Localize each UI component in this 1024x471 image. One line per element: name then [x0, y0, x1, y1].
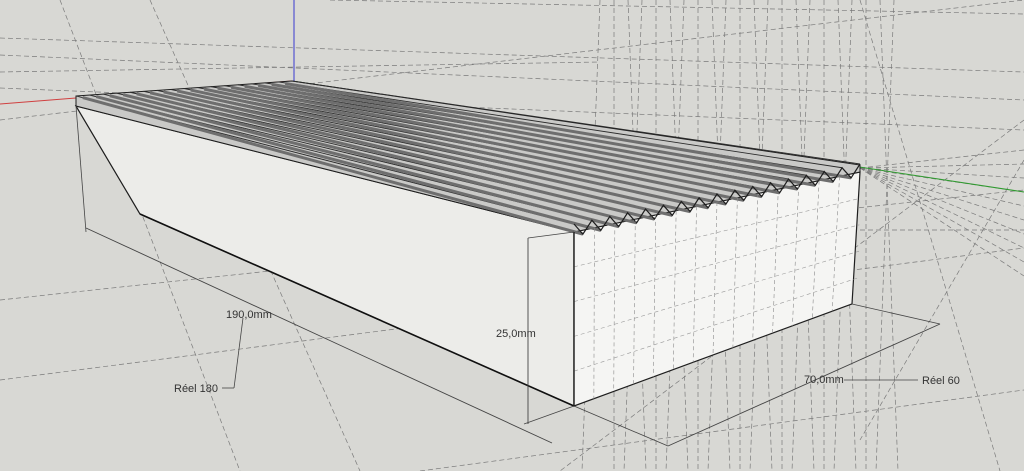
converging-guide-line	[859, 163, 1024, 169]
width-extension-near	[573, 405, 669, 447]
guide-line	[859, 159, 1024, 441]
height-dimension-label[interactable]: 25,0mm	[496, 328, 536, 340]
width-extension-far	[851, 303, 941, 325]
guide-line	[0, 37, 1024, 73]
modeling-viewport[interactable]: 190,0mm Réel 180 25,0mm 70,0mm Réel 60	[0, 0, 1024, 471]
converging-guide-line	[859, 167, 1024, 235]
vertical-guide-line	[879, 0, 899, 471]
length-dimension-label[interactable]: 190,0mm	[226, 309, 272, 321]
length-leader	[233, 317, 244, 389]
guide-line	[0, 61, 601, 73]
length-extension-left	[75, 105, 87, 233]
guide-line	[329, 0, 1024, 15]
width-dimension-label[interactable]: 70,0mm	[804, 374, 844, 386]
vertical-guide-line	[875, 0, 895, 471]
converging-guide-line	[859, 167, 1024, 221]
height-extension-bottom	[523, 405, 575, 425]
converging-guide-line	[859, 167, 1024, 207]
converging-guide-line	[859, 167, 1024, 179]
length-real-annotation[interactable]: Réel 180	[174, 383, 218, 395]
converging-guide-line	[859, 167, 1024, 277]
converging-guide-line	[859, 149, 1024, 169]
grooved-block[interactable]	[74, 80, 861, 407]
width-real-annotation[interactable]: Réel 60	[922, 375, 960, 387]
3d-scene[interactable]: 190,0mm Réel 180 25,0mm 70,0mm Réel 60	[0, 0, 1024, 471]
guide-line	[419, 389, 1024, 471]
